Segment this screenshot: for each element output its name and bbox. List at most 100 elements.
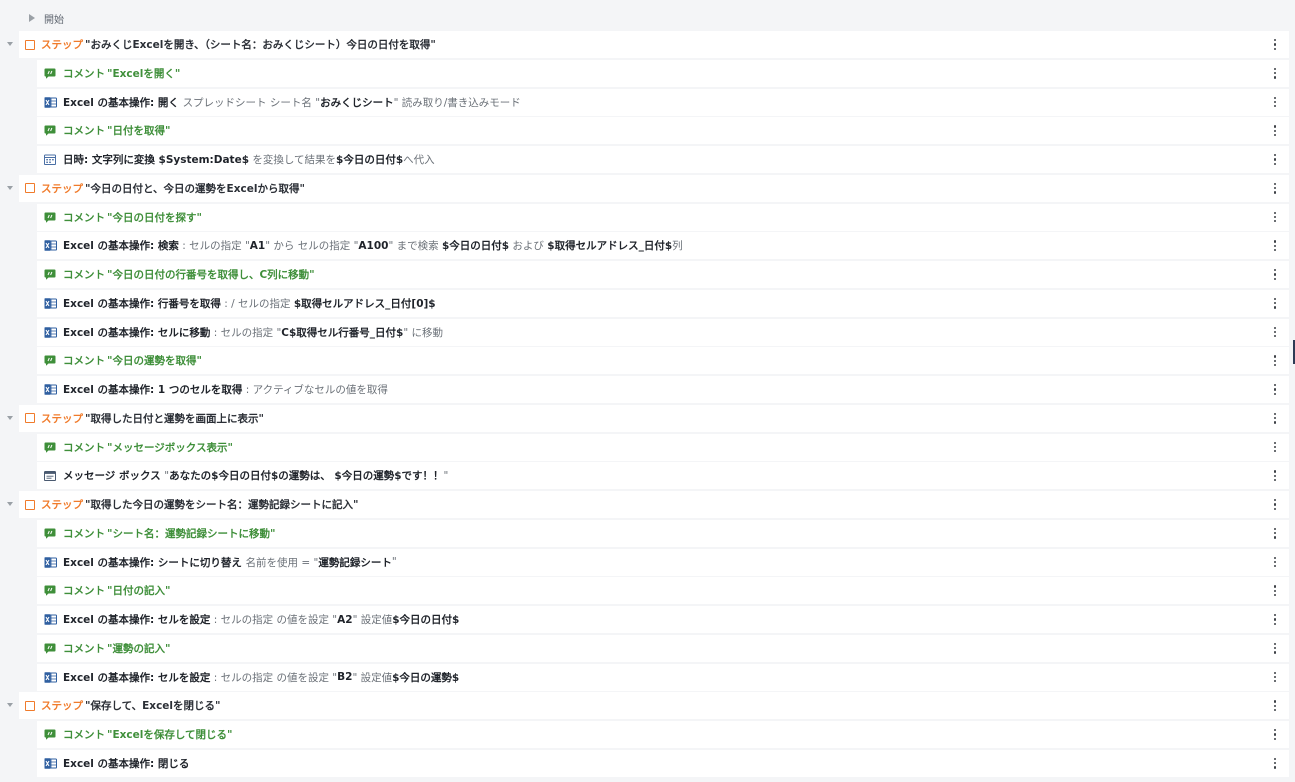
more-vertical-icon[interactable]: [1273, 412, 1277, 424]
action-param: 列: [672, 240, 683, 253]
step-title: "保存して、Excelを閉じる": [85, 700, 221, 713]
more-vertical-icon[interactable]: [1273, 326, 1277, 338]
step-row[interactable]: ステップ "取得した今日の運勢をシート名：運勢記録シートに記入": [7, 491, 1289, 518]
start-node[interactable]: 開始: [0, 8, 64, 28]
action-param: : セルの指定 ": [210, 326, 282, 339]
comment-text: "運勢の記入": [107, 642, 171, 655]
more-vertical-icon[interactable]: [1273, 499, 1277, 510]
message-box-icon: [43, 470, 57, 482]
more-vertical-icon[interactable]: [1273, 211, 1277, 223]
action-value: $System:Date$: [158, 153, 250, 166]
step-title: "今日の日付と、今日の運勢をExcelから取得": [85, 182, 305, 195]
excel-action-row[interactable]: Excel の基本操作: 1 つのセルを取得 : アクティブなセルの値を取得: [37, 376, 1289, 403]
comment-keyword: コメント: [63, 211, 105, 224]
more-vertical-icon[interactable]: [1273, 355, 1277, 367]
more-vertical-icon[interactable]: [1273, 700, 1277, 712]
more-vertical-icon[interactable]: [1273, 67, 1277, 79]
datetime-action-row[interactable]: 日時: 文字列に変換 $System:Date$ を変換して結果を $今日の日付$…: [37, 146, 1289, 173]
expand-triangle-icon[interactable]: [29, 14, 35, 22]
excel-icon: [43, 326, 57, 338]
message-box-row[interactable]: メッセージ ボックス " あなたの$今日の日付$の運勢は、 $今日の運勢$です！！…: [37, 462, 1289, 490]
comment-row[interactable]: コメント "今日の運勢を取得": [37, 347, 1289, 375]
more-vertical-icon[interactable]: [1273, 39, 1277, 50]
excel-action-row[interactable]: Excel の基本操作: 開く スプレッドシート シート名 " おみくじシート " …: [37, 88, 1289, 116]
more-vertical-icon[interactable]: [1273, 729, 1277, 740]
more-vertical-icon[interactable]: [1273, 154, 1277, 165]
step-title: "取得した今日の運勢をシート名：運勢記録シートに記入": [85, 499, 359, 511]
comment-icon: [43, 125, 57, 137]
collapse-caret-icon[interactable]: [7, 703, 13, 708]
comment-row[interactable]: コメント "Excelを保存して閉じる": [37, 721, 1289, 748]
comment-row[interactable]: コメント "シート名：運勢記録シートに移動": [37, 519, 1289, 547]
comment-icon: [43, 211, 57, 223]
comment-icon: [43, 441, 57, 453]
step-title: "取得した日付と運勢を画面上に表示": [85, 412, 264, 425]
comment-row[interactable]: コメント "日付の記入": [37, 577, 1289, 605]
comment-row[interactable]: コメント "メッセージボックス表示": [37, 433, 1289, 461]
comment-text: "日付の記入": [107, 585, 171, 598]
more-vertical-icon[interactable]: [1273, 556, 1277, 568]
more-vertical-icon[interactable]: [1273, 642, 1277, 654]
step-row[interactable]: ステップ "保存して、Excelを閉じる": [7, 692, 1289, 720]
action-value: A100: [358, 239, 389, 252]
more-vertical-icon[interactable]: [1273, 384, 1277, 395]
more-vertical-icon[interactable]: [1273, 182, 1277, 194]
comment-text: "今日の日付の行番号を取得し、C列に移動": [107, 269, 315, 281]
collapse-caret-icon[interactable]: [7, 185, 13, 190]
more-vertical-icon[interactable]: [1273, 269, 1277, 280]
comment-row[interactable]: コメント "Excelを開く": [37, 59, 1289, 87]
action-value: $今日の運勢$: [392, 671, 460, 684]
step-row[interactable]: ステップ "今日の日付と、今日の運勢をExcelから取得": [7, 174, 1289, 202]
comment-row[interactable]: コメント "運勢の記入": [37, 634, 1289, 662]
excel-action-row[interactable]: Excel の基本操作: セルを設定 : セルの指定 の値を設定 " B2 " 設定…: [37, 663, 1289, 691]
comment-icon: [43, 355, 57, 367]
action-value: $今日の日付$: [336, 154, 404, 166]
excel-icon: [43, 671, 57, 683]
action-param: : / セルの指定: [220, 297, 294, 310]
action-param: スプレッドシート シート名 ": [182, 96, 321, 109]
action-param: を変換して結果を: [249, 154, 337, 166]
excel-action-row[interactable]: Excel の基本操作: 行番号を取得 : / セルの指定 $取得セルアドレス_…: [37, 289, 1289, 317]
collapse-caret-icon[interactable]: [7, 415, 13, 420]
more-vertical-icon[interactable]: [1273, 470, 1277, 482]
comment-row[interactable]: コメント "今日の日付の行番号を取得し、C列に移動": [37, 261, 1289, 288]
more-vertical-icon[interactable]: [1273, 527, 1277, 539]
comment-keyword: コメント: [63, 527, 105, 540]
action-value: $今日の日付$: [392, 614, 460, 626]
action-value: おみくじシート: [320, 96, 394, 109]
workflow-canvas: 開始 ステップ "おみくじExcelを開き、（シート名：おみくじシート）今日の日付…: [0, 0, 1295, 782]
comment-keyword: コメント: [63, 729, 105, 741]
more-vertical-icon[interactable]: [1273, 125, 1277, 137]
action-name: Excel の基本操作: シートに切り替え: [63, 556, 246, 569]
more-vertical-icon[interactable]: [1273, 757, 1277, 769]
excel-action-row[interactable]: Excel の基本操作: セルを設定 : セルの指定 の値を設定 " A2 " 設定…: [37, 606, 1289, 633]
collapse-caret-icon[interactable]: [7, 42, 13, 46]
step-keyword: ステップ: [41, 499, 83, 511]
excel-icon: [43, 297, 57, 309]
more-vertical-icon[interactable]: [1273, 240, 1277, 252]
excel-action-row[interactable]: Excel の基本操作: 閉じる: [37, 749, 1289, 777]
more-vertical-icon[interactable]: [1273, 96, 1277, 108]
excel-action-row[interactable]: Excel の基本操作: セルに移動 : セルの指定 " C$取得セル行番号_日付…: [37, 318, 1289, 346]
action-param: および: [509, 240, 548, 253]
action-param: " 設定値: [352, 671, 393, 684]
step-checkbox-icon: [25, 700, 35, 711]
step-row[interactable]: ステップ "取得した日付と運勢を画面上に表示": [7, 404, 1289, 432]
more-vertical-icon[interactable]: [1273, 585, 1277, 597]
excel-action-row[interactable]: Excel の基本操作: シートに切り替え 名前を使用 = " 運勢記録シート ": [37, 548, 1289, 576]
action-name: Excel の基本操作: セルに移動: [63, 326, 211, 339]
more-vertical-icon[interactable]: [1273, 614, 1277, 625]
collapse-caret-icon[interactable]: [7, 502, 13, 506]
comment-row[interactable]: コメント "今日の日付を探す": [37, 203, 1289, 231]
action-param: : アクティブなセルの値を取得: [242, 384, 388, 396]
step-title: "おみくじExcelを開き、（シート名：おみくじシート）今日の日付を取得": [85, 39, 436, 51]
action-param: " に移動: [403, 326, 444, 339]
more-vertical-icon[interactable]: [1273, 297, 1277, 309]
step-row[interactable]: ステップ "おみくじExcelを開き、（シート名：おみくじシート）今日の日付を取得…: [7, 31, 1289, 58]
more-vertical-icon[interactable]: [1273, 441, 1277, 453]
comment-row[interactable]: コメント "日付を取得": [37, 117, 1289, 145]
more-vertical-icon[interactable]: [1273, 671, 1277, 683]
calendar-icon: [43, 154, 57, 166]
excel-action-row[interactable]: Excel の基本操作: 検索 : セルの指定 " A1 " から セルの指定 " A…: [37, 232, 1289, 260]
action-param: " まで検索: [388, 240, 442, 253]
